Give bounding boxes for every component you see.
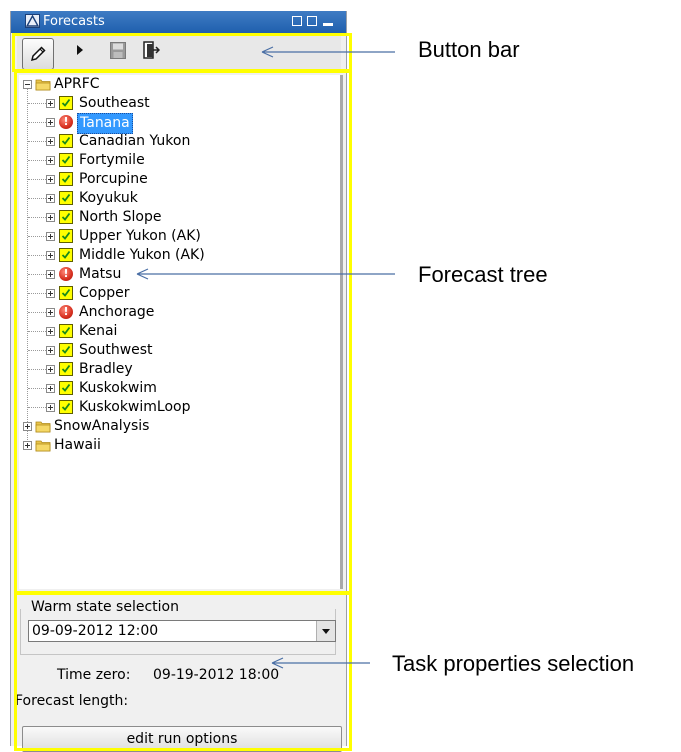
button-bar-callout: Button bar [418,37,520,62]
button-bar-arrow [261,46,395,58]
forecast-tree-callout: Forecast tree [418,262,548,287]
forecast-tree-arrow [136,268,395,280]
callout-arrows [136,46,395,669]
task-properties-callout: Task properties selection [392,651,635,676]
task-properties-arrow [271,657,370,669]
